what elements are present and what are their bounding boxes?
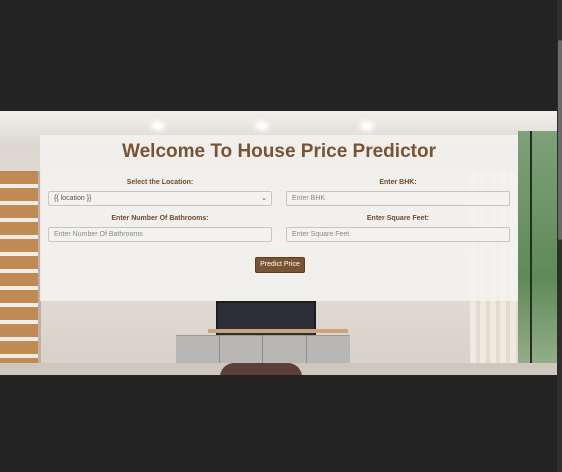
tv-shelf <box>208 329 348 333</box>
location-selected-value: {{ location }} <box>54 195 92 202</box>
window-view <box>518 131 557 375</box>
ceiling-light <box>362 123 372 129</box>
bhk-label: Enter BHK: <box>379 179 417 186</box>
chevron-down-icon: ⌄ <box>261 195 267 202</box>
bhk-input[interactable]: Enter BHK <box>286 191 510 206</box>
window-frame <box>530 131 532 375</box>
predictor-form-panel: Welcome To House Price Predictor Select … <box>40 135 518 301</box>
cabinet-divider <box>306 335 307 363</box>
ceiling-light <box>257 123 267 129</box>
cabinet-divider <box>262 335 263 363</box>
ottoman <box>220 363 302 375</box>
page-title: Welcome To House Price Predictor <box>122 141 436 162</box>
page-scrollbar-thumb[interactable] <box>558 40 562 240</box>
bathrooms-label: Enter Number Of Bathrooms: <box>111 215 209 222</box>
bathrooms-input[interactable]: Enter Number Of Bathrooms <box>48 227 272 242</box>
cabinet-divider <box>219 335 220 363</box>
predict-price-button[interactable]: Predict Price <box>255 257 305 273</box>
location-label: Select the Location: <box>126 179 194 186</box>
tv-cabinet <box>176 335 350 364</box>
ceiling-light <box>153 123 163 129</box>
staircase <box>0 171 40 375</box>
sqft-input[interactable]: Enter Square Feet <box>286 227 510 242</box>
sqft-label: Enter Square Feet: <box>366 215 430 222</box>
location-select[interactable]: {{ location }} ⌄ <box>48 191 272 206</box>
